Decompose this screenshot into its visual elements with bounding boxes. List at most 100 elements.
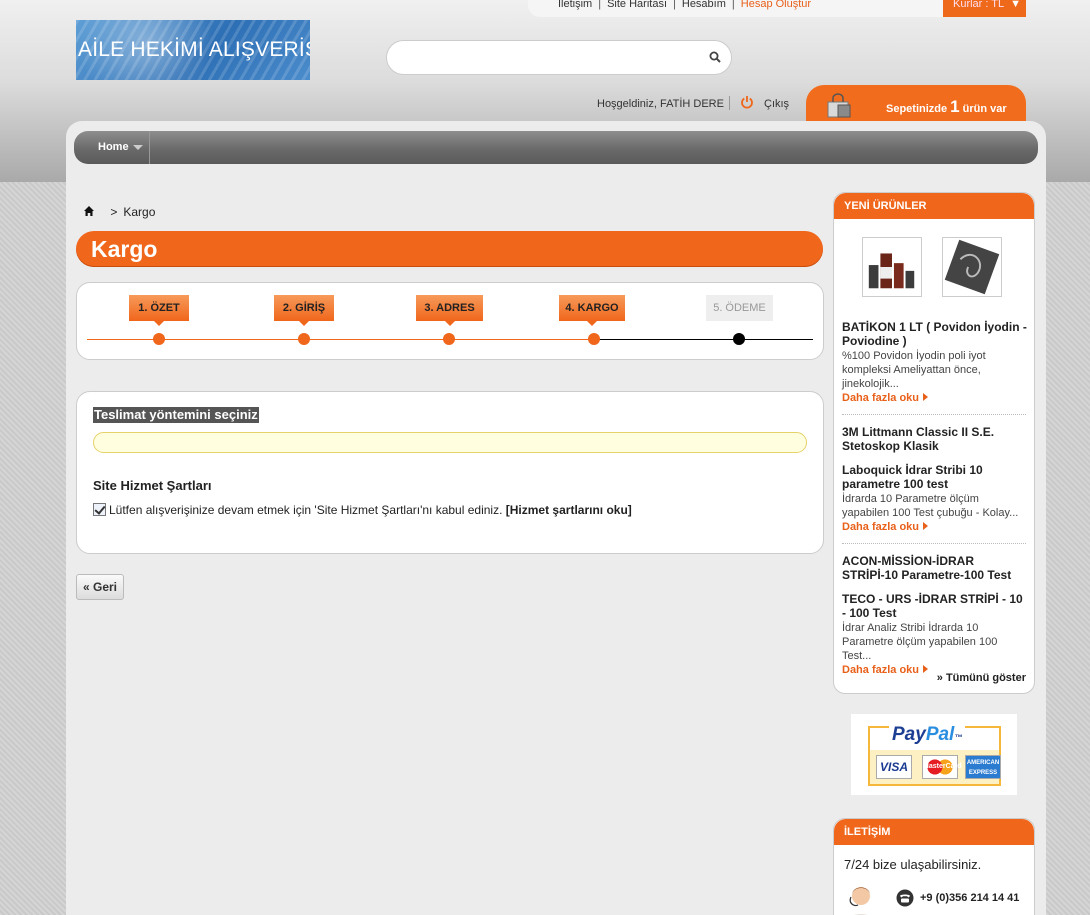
step-label: 5. ÖDEME	[713, 302, 766, 314]
step-dot	[733, 333, 745, 345]
divider	[842, 543, 1026, 544]
step-pointer	[444, 321, 455, 326]
arrow-right-icon	[923, 665, 929, 673]
amex-card-icon: AMERICAN EXPRESS	[965, 755, 1001, 779]
new-products-box: YENİ ÜRÜNLER BATİKON 1 LT ( Povidon İyod…	[833, 192, 1035, 694]
step-address: 3. ADRES	[416, 295, 483, 326]
paypal-banner: PayPal™ VISA MasterCard AMERICAN EXPRESS	[851, 714, 1017, 795]
paypal-pal: Pal	[925, 724, 955, 745]
new-products-title: YENİ ÜRÜNLER	[834, 193, 1034, 219]
contact-box: İLETİŞİM 7/24 bize ulaşabilirsiniz. +9 (…	[833, 818, 1035, 915]
page-title: Kargo	[76, 231, 823, 267]
product-thumbnail[interactable]	[862, 237, 922, 297]
currency-label: Kurlar : TL	[953, 0, 1005, 10]
product-description: %100 Povidon İyodin poli iyot kompleksi …	[842, 350, 986, 390]
welcome-text: Hoşgeldiniz, FATİH DERE	[597, 98, 724, 110]
step-dot	[588, 333, 600, 345]
arrow-right-icon	[923, 522, 929, 530]
phone-number[interactable]: +9 (0)356 214 14 41	[920, 892, 1019, 904]
separator: |	[598, 0, 602, 10]
step-summary: 1. ÖZET	[129, 295, 189, 326]
step-payment: 5. ÖDEME	[706, 295, 773, 321]
home-icon[interactable]	[83, 205, 95, 217]
step-dot	[153, 333, 165, 345]
cart-count: 1	[950, 97, 960, 116]
delivery-method-title: Teslimat yöntemini seçiniz	[93, 407, 259, 423]
list-item: Laboquick İdrar Stribi 10 parametre 100 …	[842, 463, 1028, 533]
nav-home-label: Home	[98, 141, 129, 153]
breadcrumb-separator: >	[110, 205, 118, 219]
product-description: İdrarda 10 Parametre ölçüm yapabilen 100…	[842, 493, 1019, 519]
cart-prefix: Sepetinizde	[886, 103, 948, 115]
dropdown-arrow-icon: ▼	[1010, 0, 1022, 10]
cart-suffix: ürün var	[962, 103, 1007, 115]
step-pointer	[299, 321, 309, 326]
delivery-section: Teslimat yöntemini seçiniz Site Hizmet Ş…	[76, 391, 824, 554]
support-agent-icon	[849, 887, 870, 915]
divider	[729, 96, 730, 110]
divider	[842, 414, 1026, 415]
terms-checkbox[interactable]	[93, 503, 106, 516]
read-more-link[interactable]: Daha fazla oku	[842, 392, 1028, 404]
terms-title: Site Hizmet Şartları	[93, 478, 212, 493]
breadcrumb-current: Kargo	[123, 205, 156, 219]
read-more-label: Daha fazla oku	[842, 664, 920, 676]
top-link-sitemap[interactable]: Site Haritası	[607, 0, 667, 10]
list-item: BATİKON 1 LT ( Povidon İyodin - Poviodin…	[842, 320, 1028, 404]
product-description: İdrar Analiz Stribi İdrarda 10 Parametre…	[842, 622, 998, 662]
read-more-label: Daha fazla oku	[842, 521, 920, 533]
paypal-pay: Pay	[892, 724, 926, 745]
step-login: 2. GİRİŞ	[274, 295, 334, 326]
paypal-tm: ™	[954, 733, 963, 742]
list-item: ACON-MİSSİON-İDRAR STRİPİ-10 Parametre-1…	[842, 554, 1028, 582]
logout-link[interactable]: Çıkış	[764, 98, 789, 110]
site-logo[interactable]: AİLE HEKİMİ ALIŞVERİŞ	[76, 20, 310, 80]
step-dot	[298, 333, 310, 345]
checkout-steps: 1. ÖZET 2. GİRİŞ 3. ADRES 4. KARGO 5. ÖD…	[76, 282, 824, 360]
show-all-link[interactable]: » Tümünü göster	[937, 672, 1026, 684]
power-icon[interactable]	[740, 95, 754, 109]
product-name[interactable]: ACON-MİSSİON-İDRAR STRİPİ-10 Parametre-1…	[842, 554, 1028, 582]
step-pointer	[154, 321, 164, 326]
search-icon[interactable]	[709, 51, 721, 63]
top-link-contact[interactable]: İletişim	[558, 0, 592, 10]
product-name[interactable]: TECO - URS -İDRAR STRİPİ - 10 - 100 Test	[842, 592, 1028, 620]
product-name[interactable]: 3M Littmann Classic II S.E. Stetoskop Kl…	[842, 425, 1028, 453]
back-button[interactable]: « Geri	[76, 574, 124, 600]
delivery-notice	[93, 432, 807, 453]
step-label: 4. KARGO	[565, 302, 619, 314]
main-navigation: Home	[74, 131, 1038, 164]
cart-summary[interactable]: Sepetinizde 1 ürün var	[806, 85, 1026, 123]
read-more-link[interactable]: Daha fazla oku	[842, 521, 1028, 533]
product-thumbnail[interactable]	[942, 237, 1002, 297]
separator: |	[673, 0, 676, 10]
visa-card-icon: VISA	[876, 755, 912, 779]
product-name[interactable]: Laboquick İdrar Stribi 10 parametre 100 …	[842, 463, 1028, 491]
top-link-account[interactable]: Hesabım	[682, 0, 726, 10]
mastercard-icon: MasterCard	[922, 755, 962, 779]
step-label: 1. ÖZET	[138, 302, 180, 314]
product-name[interactable]: BATİKON 1 LT ( Povidon İyodin - Poviodin…	[842, 320, 1028, 348]
nav-item-home[interactable]: Home	[74, 131, 150, 164]
paypal-logo: PayPal™	[889, 724, 966, 746]
read-more-label: Daha fazla oku	[842, 392, 920, 404]
step-label: 3. ADRES	[424, 302, 475, 314]
shopping-bag-icon	[827, 93, 851, 118]
contact-title: İLETİŞİM	[834, 819, 1034, 845]
search-input[interactable]	[401, 48, 691, 68]
step-label: 2. GİRİŞ	[282, 302, 326, 314]
terms-link[interactable]: [Hizmet şartlarını oku]	[506, 503, 632, 517]
arrow-right-icon	[923, 393, 929, 401]
contact-text: 7/24 bize ulaşabilirsiniz.	[844, 857, 982, 872]
top-links-bar: İletişim | Site Haritası | Hesabım | Hesap Olu…	[528, 0, 943, 17]
create-account-link[interactable]: Hesap Oluştur	[741, 0, 811, 10]
progress-line-pending	[595, 339, 813, 340]
step-dot	[443, 333, 455, 345]
currency-selector[interactable]: Kurlar : TL ▼	[943, 0, 1026, 17]
terms-row: Lütfen alışverişinize devam etmek için '…	[93, 503, 632, 517]
breadcrumb: > Kargo	[83, 205, 155, 219]
step-shipping: 4. KARGO	[559, 295, 625, 326]
phone-icon	[896, 889, 914, 907]
list-item: TECO - URS -İDRAR STRİPİ - 10 - 100 Test…	[842, 592, 1028, 676]
separator: |	[731, 0, 735, 10]
